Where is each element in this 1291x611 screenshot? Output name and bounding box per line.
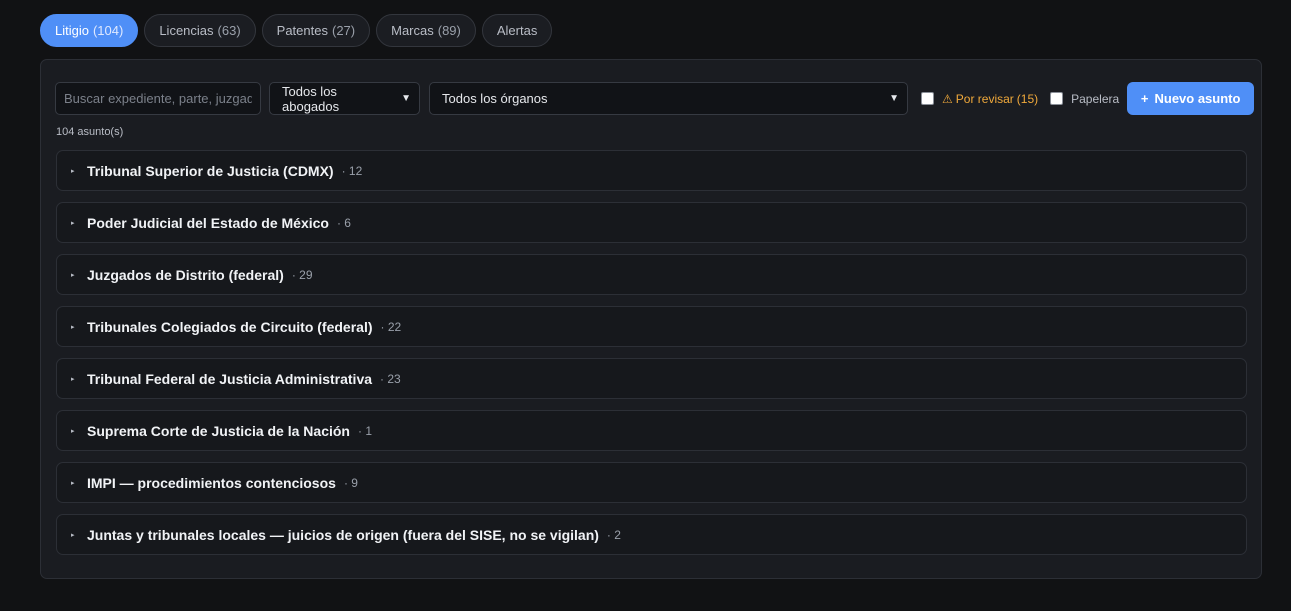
review-filter-label[interactable]: ⚠ Por revisar (15) [942,92,1038,106]
caret-right-icon: ▸ [71,323,75,331]
chevron-down-icon: ▼ [401,93,411,104]
results-count: 104 asunto(s) [56,126,124,138]
tab-count: (89) [437,23,461,38]
group-count: · 9 [343,475,358,490]
trash-checkbox[interactable] [1050,92,1064,105]
group-count: · 12 [341,163,363,178]
chevron-down-icon: ▼ [889,93,899,104]
tab-count: (27) [331,23,356,38]
tab-bar: Litigio (104) Licencias (63) Patentes (2… [40,14,553,47]
group-count: · 29 [291,267,313,282]
court-group[interactable]: ▸ Juzgados de Distrito (federal) · 29 [56,254,1247,295]
new-matter-label: Nuevo asunto [1154,91,1241,106]
group-name: IMPI — procedimientos contenciosos [87,474,336,491]
main-panel: Todos los abogados ▼ Todos los órganos ▼… [40,59,1262,579]
group-count: · 2 [606,527,621,542]
review-label: Por revisar [955,91,1014,106]
lawyers-select[interactable]: Todos los abogados ▼ [269,82,420,115]
filter-toolbar: Todos los abogados ▼ Todos los órganos ▼… [55,82,1255,115]
court-group[interactable]: ▸ Tribunal Federal de Justicia Administr… [56,358,1247,399]
caret-right-icon: ▸ [71,375,75,383]
warning-icon: ⚠ [942,91,953,106]
group-name: Tribunal Superior de Justicia (CDMX) [87,162,334,179]
group-name: Juzgados de Distrito (federal) [87,266,284,283]
organs-select[interactable]: Todos los órganos ▼ [429,82,908,115]
caret-right-icon: ▸ [71,219,75,227]
court-group[interactable]: ▸ Tribunales Colegiados de Circuito (fed… [56,306,1247,347]
court-group[interactable]: ▸ Poder Judicial del Estado de México · … [56,202,1247,243]
tab-label: Alertas [496,23,538,38]
new-matter-button[interactable]: + Nuevo asunto [1127,82,1255,115]
tab-patentes[interactable]: Patentes (27) [261,14,371,47]
tab-alertas[interactable]: Alertas [481,14,553,47]
tab-label: Litigio [55,23,89,38]
trash-label[interactable]: Papelera [1071,92,1119,106]
tab-count: (63) [217,23,241,38]
tab-label: Patentes [276,23,328,38]
court-group[interactable]: ▸ Juntas y tribunales locales — juicios … [56,514,1247,555]
review-checkbox[interactable] [921,92,934,105]
group-name: Tribunales Colegiados de Circuito (feder… [87,318,373,335]
court-group-list: ▸ Tribunal Superior de Justicia (CDMX) ·… [56,150,1247,566]
court-group[interactable]: ▸ IMPI — procedimientos contenciosos · 9 [56,462,1247,503]
caret-right-icon: ▸ [71,531,75,539]
tab-licencias[interactable]: Licencias (63) [144,14,256,47]
caret-right-icon: ▸ [71,271,75,279]
court-group[interactable]: ▸ Suprema Corte de Justicia de la Nación… [56,410,1247,451]
tab-marcas[interactable]: Marcas (89) [376,14,476,47]
organs-select-value: Todos los órganos [442,91,548,106]
group-name: Tribunal Federal de Justicia Administrat… [87,370,373,387]
tab-label: Marcas [391,23,434,38]
group-name: Juntas y tribunales locales — juicios de… [87,526,599,543]
group-count: · 22 [380,319,402,334]
group-count: · 1 [357,423,372,438]
group-name: Suprema Corte de Justicia de la Nación [87,422,350,439]
tab-litigio[interactable]: Litigio (104) [40,14,139,47]
review-count: (15) [1016,91,1039,106]
group-name: Poder Judicial del Estado de México [87,214,329,231]
plus-icon: + [1140,91,1149,106]
search-input[interactable] [55,82,261,115]
caret-right-icon: ▸ [71,167,75,175]
group-count: · 6 [336,215,351,230]
lawyers-select-value: Todos los abogados [282,83,340,114]
tab-label: Licencias [159,23,214,38]
tab-count: (104) [92,23,124,38]
court-group[interactable]: ▸ Tribunal Superior de Justicia (CDMX) ·… [56,150,1247,191]
caret-right-icon: ▸ [71,479,75,487]
caret-right-icon: ▸ [71,427,75,435]
group-count: · 23 [380,371,401,386]
